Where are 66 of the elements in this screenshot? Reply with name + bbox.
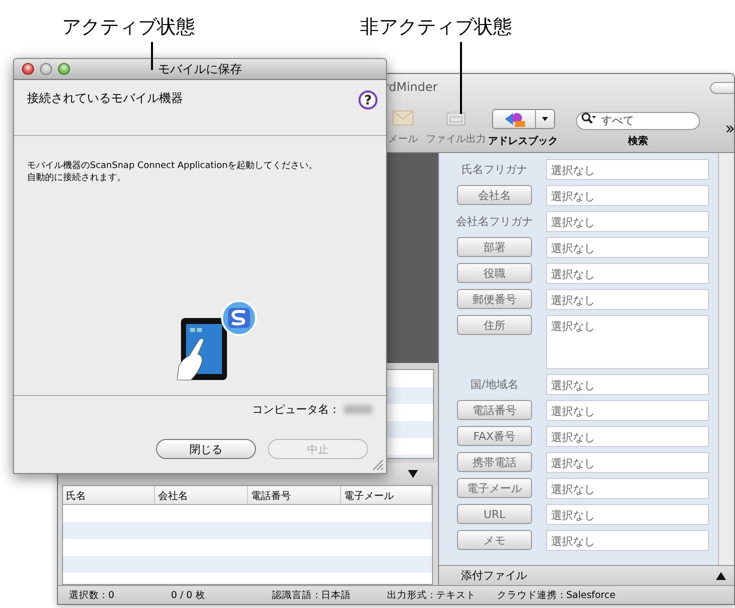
field-button[interactable]: 部署 — [457, 237, 532, 257]
field-value[interactable]: 選択なし — [546, 211, 709, 232]
field-button[interactable]: URL — [457, 504, 532, 524]
field-value[interactable]: 選択なし — [546, 374, 709, 395]
field-value[interactable]: 選択なし — [546, 504, 709, 525]
column-header[interactable]: 氏名 — [63, 486, 155, 504]
field-button[interactable]: 携帯電話 — [457, 452, 532, 472]
leader-line — [460, 42, 462, 114]
minimize-button[interactable] — [40, 63, 52, 75]
expand-triangle-icon[interactable] — [716, 570, 726, 580]
column-header[interactable]: 電子メール — [341, 486, 432, 504]
addressbook-dropdown[interactable] — [492, 109, 554, 129]
field-label: 会社名フリガナ — [457, 214, 532, 230]
status-text: 0 / 0 枚 — [171, 588, 206, 602]
field-value[interactable]: 選択なし — [546, 452, 709, 473]
status-text: 出力形式 : テキスト — [387, 588, 478, 602]
status-text: クラウド連携 : Salesforce — [497, 588, 616, 602]
field-value[interactable]: 選択なし — [546, 185, 709, 206]
help-button[interactable]: ? — [358, 90, 378, 110]
toolbar-label: アドレスブック — [488, 134, 558, 148]
field-value[interactable]: 選択なし — [546, 263, 709, 284]
section-heading: 接続されているモバイル機器 — [27, 90, 183, 107]
close-button[interactable] — [22, 63, 34, 75]
scrollbar[interactable] — [718, 153, 734, 565]
instruction-text: モバイル機器のScanSnap Connect Applicationを起動してください。 自動的に接続されます。 — [27, 160, 319, 184]
field-button[interactable]: 会社名 — [457, 185, 532, 205]
toolbar-label: ファイル出力 — [426, 132, 486, 146]
field-value[interactable]: 選択なし — [546, 530, 709, 551]
field-button[interactable]: 役職 — [457, 263, 532, 283]
zoom-button[interactable] — [58, 63, 70, 75]
collapse-triangle-icon[interactable] — [408, 469, 418, 479]
search-icon[interactable] — [581, 112, 596, 124]
field-value[interactable]: 選択なし — [546, 478, 709, 499]
search-field[interactable]: すべて — [576, 112, 700, 130]
field-button[interactable]: FAX番号 — [457, 426, 532, 446]
blurred-name — [344, 405, 372, 414]
column-header[interactable]: 会社名 — [155, 486, 248, 504]
status-text: 認識言語 : 日本語 — [272, 588, 352, 602]
field-button[interactable]: 電話番号 — [457, 400, 532, 420]
field-button[interactable]: 電子メール — [457, 478, 532, 498]
field-label: 国/地域名 — [470, 376, 520, 392]
field-button[interactable]: メモ — [457, 530, 532, 550]
window-title: モバイルに保存 — [158, 62, 242, 76]
toolbar-label: メール — [388, 133, 418, 146]
toolbar-toggle-button[interactable] — [710, 82, 734, 94]
field-value[interactable]: 選択なし — [546, 426, 709, 447]
attachment-label: 添付ファイル — [461, 568, 527, 583]
field-value[interactable]: 選択なし — [546, 315, 709, 369]
annotation-label: アクティブ状態 — [62, 15, 195, 40]
resize-grip-icon[interactable] — [371, 458, 384, 471]
field-value[interactable]: 選択なし — [546, 289, 709, 310]
field-value[interactable]: 選択なし — [546, 400, 709, 421]
search-label: 検索 — [628, 134, 648, 148]
field-value[interactable]: 選択なし — [546, 237, 709, 258]
status-text: 選択数 : 0 — [69, 588, 116, 602]
field-button[interactable]: 住所 — [457, 315, 532, 335]
leader-line — [151, 42, 153, 70]
computer-name-label: コンピュータ名： — [252, 402, 340, 417]
field-button[interactable]: 郵便番号 — [457, 289, 532, 309]
overflow-chevron-icon[interactable] — [726, 124, 734, 134]
column-header[interactable]: 電話番号 — [248, 486, 341, 504]
annotation-label: 非アクティブ状態 — [360, 15, 512, 40]
close-button[interactable]: 閉じる — [156, 439, 256, 459]
field-value[interactable]: 選択なし — [546, 159, 709, 180]
field-label: 氏名フリガナ — [460, 162, 528, 178]
document-icon[interactable] — [446, 110, 466, 126]
